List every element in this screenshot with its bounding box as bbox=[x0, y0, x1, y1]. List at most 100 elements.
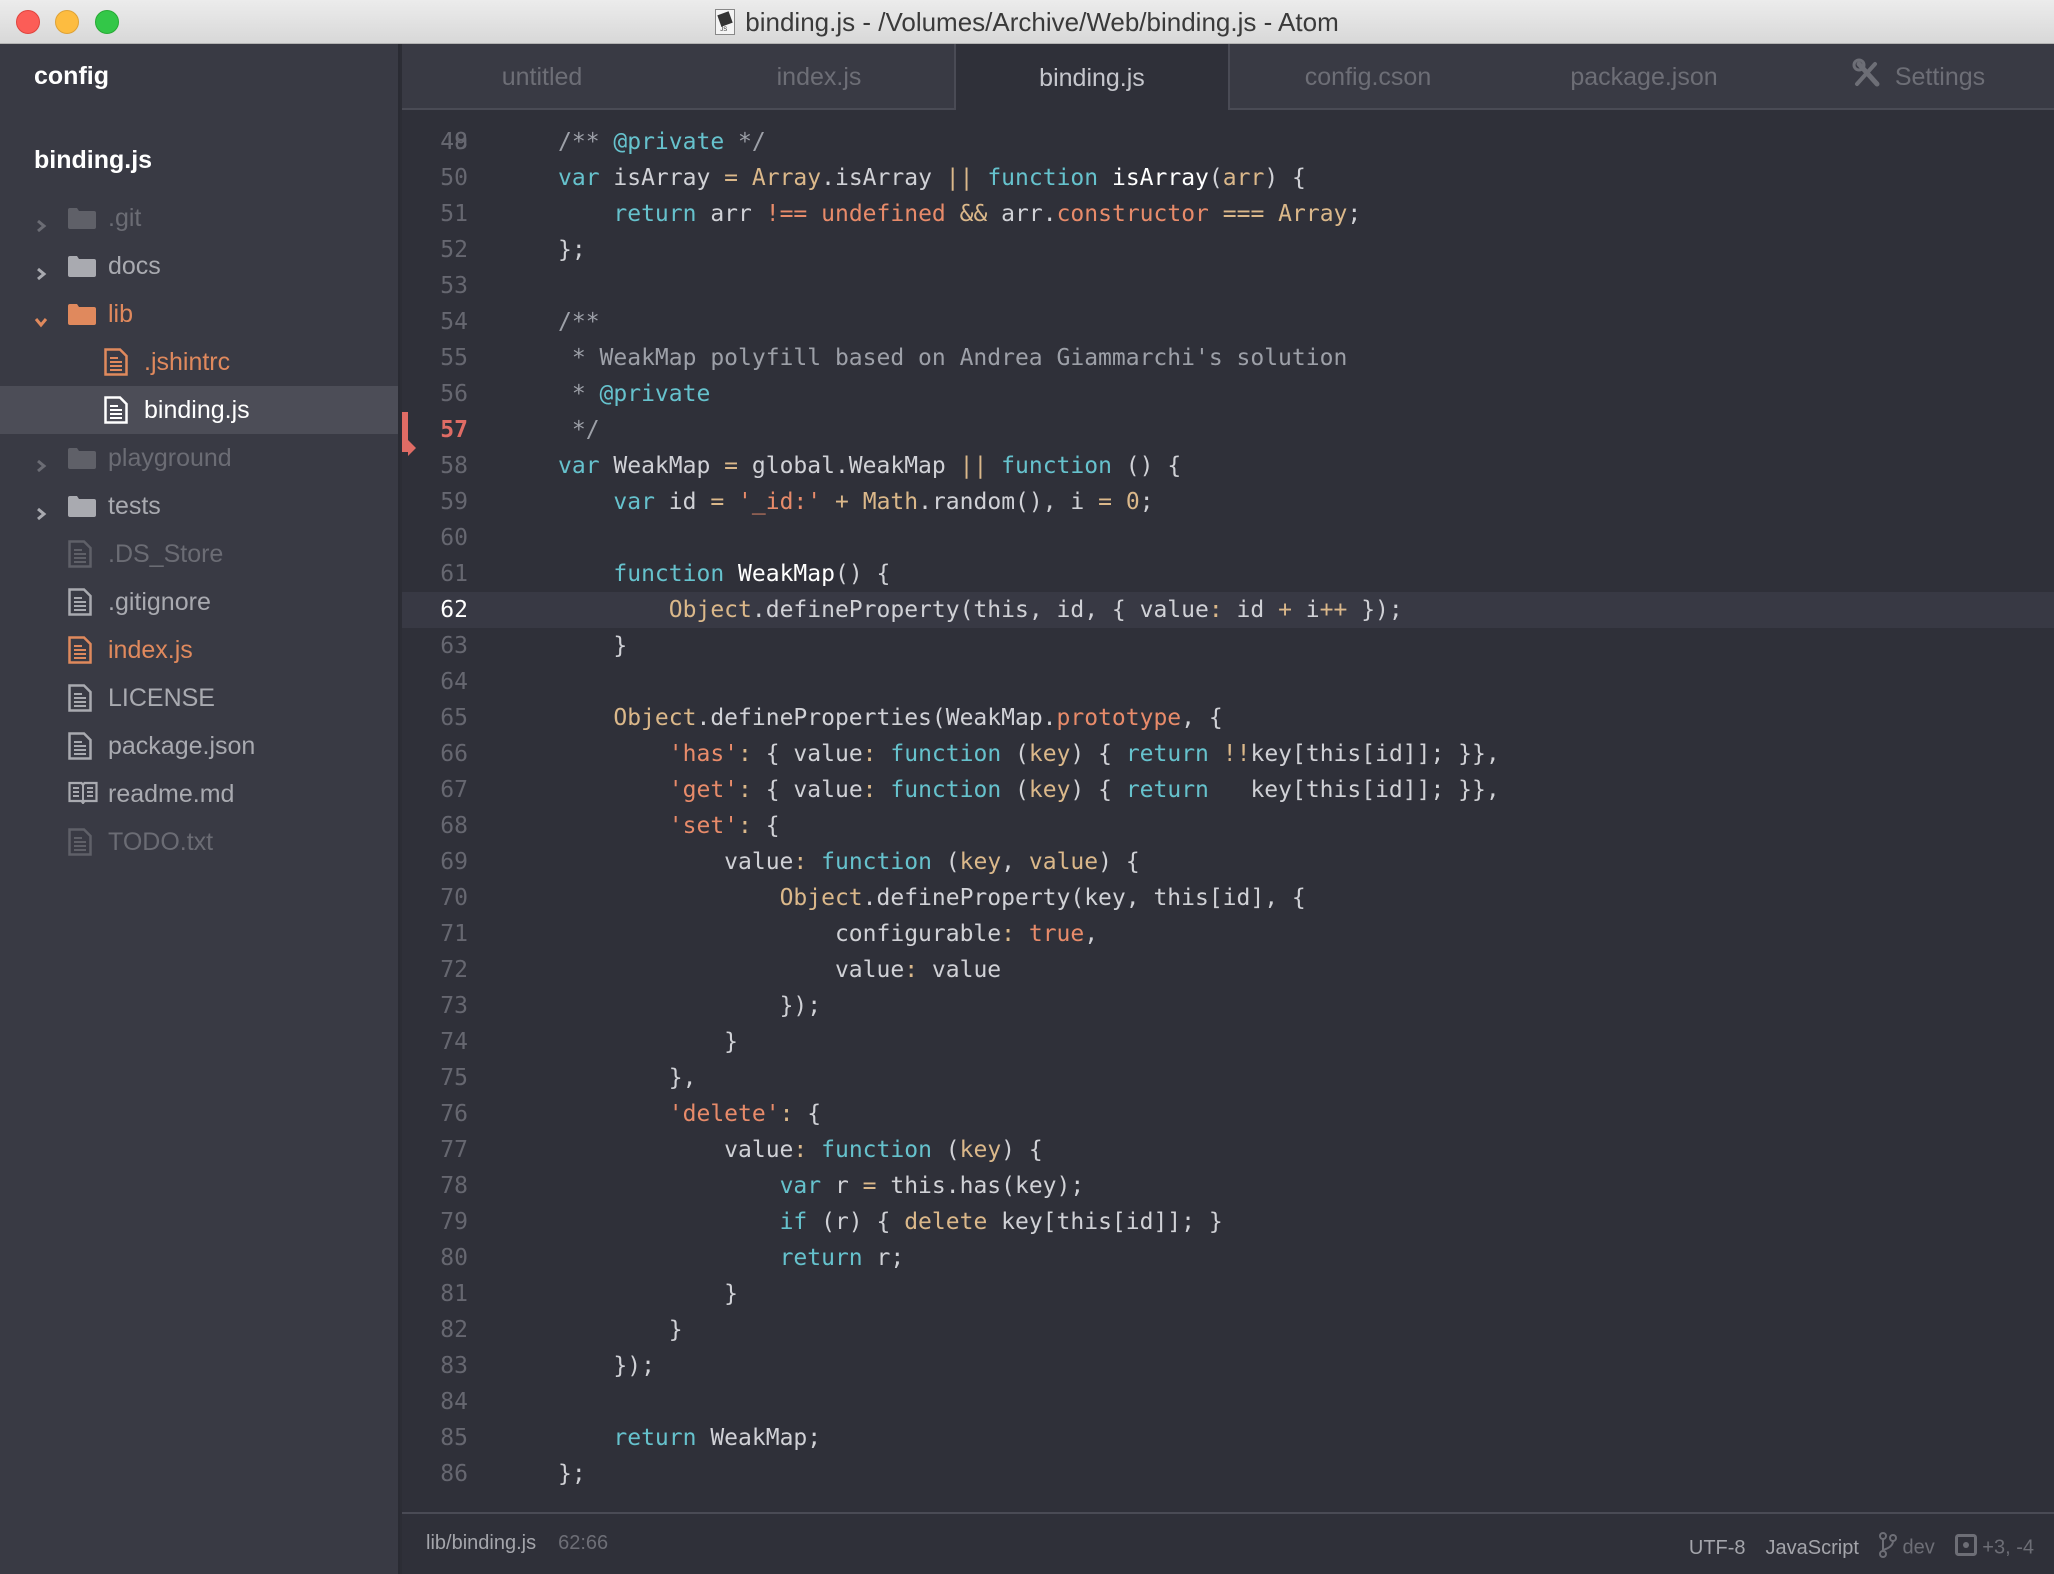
tree-item-label: docs bbox=[108, 251, 161, 280]
editor-line[interactable]: 73 }); bbox=[402, 988, 2054, 1024]
editor-line[interactable]: 51 return arr !== undefined && arr.const… bbox=[402, 196, 2054, 232]
editor-line[interactable]: 75 }, bbox=[402, 1060, 2054, 1096]
code-text: var id = '_id:' + Math.random(), i = 0; bbox=[558, 484, 1153, 520]
code-editor[interactable]: 48 87 49 /** @private */ 50 var isArray = A… bbox=[402, 110, 2054, 1512]
code-token: value bbox=[724, 849, 794, 875]
code-token: ) { bbox=[1098, 849, 1140, 875]
editor-line[interactable]: 77 value: function (key) { bbox=[402, 1132, 2054, 1168]
status-encoding[interactable]: UTF-8 bbox=[1689, 1537, 1746, 1560]
sidebar-config-heading[interactable]: config bbox=[34, 62, 109, 91]
editor-line[interactable]: 74 } bbox=[402, 1024, 2054, 1060]
tab-untitled[interactable]: untitled bbox=[402, 44, 682, 110]
status-grammar[interactable]: JavaScript bbox=[1766, 1537, 1859, 1560]
editor-line[interactable]: 57 */ bbox=[402, 412, 2054, 448]
editor-line[interactable]: 72 value: value bbox=[402, 952, 2054, 988]
editor-line[interactable]: 70 Object.defineProperty(key, this[id], … bbox=[402, 880, 2054, 916]
tree-file[interactable]: LICENSE bbox=[0, 674, 398, 722]
editor-line[interactable]: 66 'has': { value: function (key) { retu… bbox=[402, 736, 2054, 772]
editor-line[interactable]: 86}; bbox=[402, 1456, 2054, 1492]
editor-line[interactable]: 52}; bbox=[402, 232, 2054, 268]
editor-line[interactable]: 79 if (r) { delete key[this[id]]; } bbox=[402, 1204, 2054, 1240]
code-text: Object.defineProperties(WeakMap.prototyp… bbox=[558, 700, 1222, 736]
code-token: : bbox=[738, 741, 752, 767]
tab-package-json[interactable]: package.json bbox=[1506, 44, 1782, 110]
tree-file[interactable]: .DS_Store bbox=[0, 530, 398, 578]
code-token: Array bbox=[1278, 201, 1348, 227]
tab-config-cson[interactable]: config.cson bbox=[1230, 44, 1506, 110]
editor-line[interactable]: 80 return r; bbox=[402, 1240, 2054, 1276]
status-branch[interactable]: dev bbox=[1878, 1532, 1935, 1564]
editor-line[interactable]: 49 /** @private */ bbox=[402, 124, 2054, 160]
editor-line[interactable]: 64 bbox=[402, 664, 2054, 700]
tree-file[interactable]: binding.js bbox=[0, 386, 398, 434]
code-token: ( bbox=[1208, 165, 1223, 191]
tree-folder[interactable]: .git bbox=[0, 194, 398, 242]
line-number: 78 bbox=[440, 1173, 468, 1199]
editor-line[interactable]: 84 bbox=[402, 1384, 2054, 1420]
tree-file[interactable]: TODO.txt bbox=[0, 818, 398, 866]
chevron-right-icon[interactable] bbox=[34, 211, 48, 233]
editor-line[interactable]: 55 * WeakMap polyfill based on Andrea Gi… bbox=[402, 340, 2054, 376]
editor-line[interactable]: 82 } bbox=[402, 1312, 2054, 1348]
chevron-right-icon[interactable] bbox=[34, 259, 48, 281]
code-token: function bbox=[821, 849, 932, 875]
editor-line[interactable]: 53 bbox=[402, 268, 2054, 304]
tab-settings[interactable]: Settings bbox=[1782, 44, 2054, 110]
editor-line[interactable]: 85 return WeakMap; bbox=[402, 1420, 2054, 1456]
editor-line[interactable]: 67 'get': { value: function (key) { retu… bbox=[402, 772, 2054, 808]
code-token: arr bbox=[696, 201, 766, 227]
tree-folder[interactable]: docs bbox=[0, 242, 398, 290]
editor-line[interactable]: 65 Object.defineProperties(WeakMap.proto… bbox=[402, 700, 2054, 736]
code-token: r; bbox=[862, 1245, 905, 1271]
editor-line[interactable]: 58 var WeakMap = global.WeakMap || functi… bbox=[402, 448, 2054, 484]
editor-line[interactable]: 62 Object.defineProperty(this, id, { val… bbox=[402, 592, 2054, 628]
tab-label: binding.js bbox=[1039, 63, 1145, 92]
tree-item-label: lib bbox=[108, 299, 134, 328]
code-token: /** bbox=[558, 129, 614, 155]
editor-line[interactable]: 78 var r = this.has(key); bbox=[402, 1168, 2054, 1204]
editor-line[interactable]: 81 } bbox=[402, 1276, 2054, 1312]
code-token: , bbox=[1001, 849, 1029, 875]
chevron-right-icon[interactable] bbox=[34, 451, 48, 473]
code-token: }); bbox=[613, 1353, 655, 1379]
tab-index-js[interactable]: index.js bbox=[682, 44, 956, 110]
code-token: { bbox=[793, 1101, 822, 1127]
tree-folder[interactable]: playground bbox=[0, 434, 398, 482]
editor-line[interactable]: 54 /** bbox=[402, 304, 2054, 340]
code-token: /** bbox=[558, 309, 600, 335]
editor-line[interactable]: 59 var id = '_id:' + Math.random(), i = … bbox=[402, 484, 2054, 520]
editor-line[interactable]: 60 bbox=[402, 520, 2054, 556]
editor-line[interactable]: 63 } bbox=[402, 628, 2054, 664]
editor-line[interactable]: 68 'set': { bbox=[402, 808, 2054, 844]
tree-file[interactable]: .jshintrc bbox=[0, 338, 398, 386]
tree-view: config binding.js .git docs lib .jshintrc bi… bbox=[0, 44, 400, 1574]
status-bar: lib/binding.js 62:66 UTF-8 JavaScript de… bbox=[402, 1512, 2054, 1574]
tree-file[interactable]: readme.md bbox=[0, 770, 398, 818]
tab-binding-js[interactable]: binding.js bbox=[954, 44, 1230, 112]
line-number: 86 bbox=[440, 1461, 468, 1487]
editor-line[interactable]: 83 }); bbox=[402, 1348, 2054, 1384]
chevron-right-icon[interactable] bbox=[34, 499, 48, 521]
tree-file[interactable]: package.json bbox=[0, 722, 398, 770]
chevron-down-icon[interactable] bbox=[34, 307, 48, 328]
code-token: Object bbox=[613, 705, 697, 731]
status-file-path[interactable]: lib/binding.js bbox=[426, 1532, 536, 1555]
tree-file[interactable]: index.js bbox=[0, 626, 398, 674]
code-token: !! bbox=[1222, 741, 1251, 767]
status-diff[interactable]: +3, -4 bbox=[1954, 1534, 2034, 1562]
project-root[interactable]: binding.js bbox=[34, 146, 152, 175]
editor-line[interactable]: 61 function WeakMap() { bbox=[402, 556, 2054, 592]
editor-line[interactable]: 56 * @private bbox=[402, 376, 2054, 412]
tree-file[interactable]: .gitignore bbox=[0, 578, 398, 626]
status-cursor-position[interactable]: 62:66 bbox=[558, 1532, 608, 1555]
editor-line[interactable]: 69 value: function (key, value) { bbox=[402, 844, 2054, 880]
editor-line[interactable]: 71 configurable: true, bbox=[402, 916, 2054, 952]
tree-folder[interactable]: tests bbox=[0, 482, 398, 530]
tree-folder[interactable]: lib bbox=[0, 290, 398, 338]
tab-label: untitled bbox=[501, 62, 583, 91]
editor-line[interactable]: 76 'delete': { bbox=[402, 1096, 2054, 1132]
editor-line[interactable]: 50 var isArray = Array.isArray || functio… bbox=[402, 160, 2054, 196]
